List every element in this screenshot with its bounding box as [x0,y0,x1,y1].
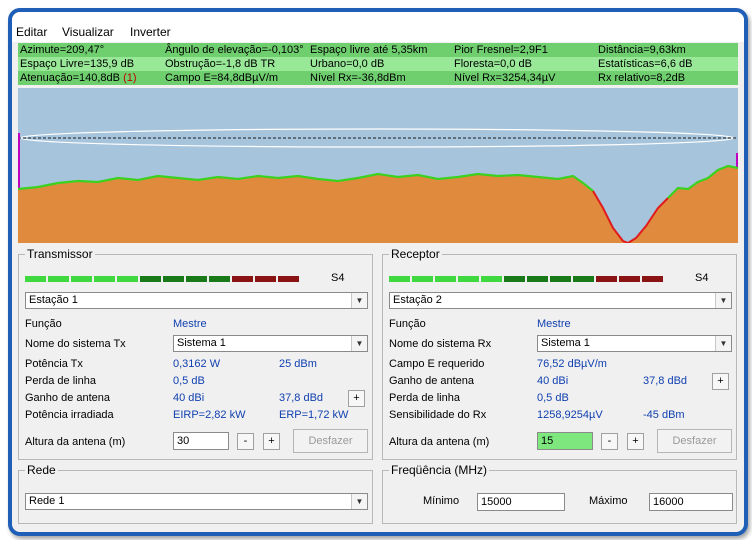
tx-gain-dbi: 40 dBi [173,392,205,404]
rx-height-label: Altura da antena (m) [389,436,490,448]
menu-bar: Editar Visualizar Inverter [12,12,744,42]
transmitter-title: Transmissor [25,247,95,261]
terrain-profile-graphic [17,128,739,245]
attenuation-note: (1) [123,72,137,84]
forest-readout: Floresta=0,0 dB [452,57,596,71]
worst-fresnel-readout: Pior Fresnel=2,9F1 [452,43,596,57]
rx-station-value: Estação 2 [393,294,442,306]
rx-system-select[interactable]: Sistema 1 ▼ [537,335,732,352]
rx-gain-plus-button[interactable]: + [712,373,729,390]
chevron-down-icon: ▼ [351,336,367,351]
tx-height-label: Altura da antena (m) [25,436,126,448]
tx-erp: ERP=1,72 kW [279,409,349,421]
network-group: Rede Rede 1 ▼ [18,463,373,524]
tx-radiated-label: Potência irradiada [25,409,114,421]
rx-undo-button[interactable]: Desfazer [657,429,732,453]
tx-system-select[interactable]: Sistema 1 ▼ [173,335,368,352]
frequency-min-input[interactable]: 15000 [477,493,565,511]
rx-relative-readout: Rx relativo=8,2dB [596,71,738,85]
network-select[interactable]: Rede 1 ▼ [25,493,368,510]
free-space-loss-readout: Espaço Livre=135,9 dB [18,57,163,71]
fresnel-ellipse [19,128,735,148]
rx-level-dbm-readout: Nível Rx=-36,8dBm [308,71,452,85]
tx-line-loss-value: 0,5 dB [173,375,205,387]
rx-height-plus-button[interactable]: + [627,433,644,450]
free-space-up-to-readout: Espaço livre até 5,35km [308,43,452,57]
tx-system-value: Sistema 1 [177,337,226,349]
frequency-max-label: Máximo [589,495,628,507]
tx-power-label: Potência Tx [25,358,83,370]
terrain-area [18,166,738,243]
rx-system-value: Sistema 1 [541,337,590,349]
tx-power-w: 0,3162 W [173,358,221,370]
frequency-min-label: Mínimo [423,495,460,507]
rx-line-loss-value: 0,5 dB [537,392,569,404]
rx-line-loss-label: Perda de linha [389,392,460,404]
rx-sensitivity-uv: 1258,9254µV [537,409,603,421]
tx-station-value: Estação 1 [29,294,78,306]
rx-function-label: Função [389,318,426,330]
frequency-max-input[interactable]: 16000 [649,493,733,511]
rx-e-field-label: Campo E requerido [389,358,485,370]
rx-height-input[interactable]: 15 [537,432,593,450]
rx-sensitivity-label: Sensibilidade do Rx [389,409,487,421]
transmitter-group: Transmissor S4 Estação 1 ▼ Função Mestre … [18,247,373,460]
frequency-group: Freqüência (MHz) Mínimo 15000 Máximo 160… [382,463,737,524]
rx-sensitivity-dbm: -45 dBm [643,409,685,421]
tx-gain-label: Ganho de antena [25,392,111,404]
tx-height-plus-button[interactable]: + [263,433,280,450]
elevation-readout: Ângulo de elevação=-0,103° [163,43,308,57]
receiver-title: Receptor [389,247,442,261]
rx-station-select[interactable]: Estação 2 ▼ [389,292,732,309]
tx-height-input[interactable]: 30 [173,432,229,450]
rx-e-field-value: 76,52 dBµV/m [537,358,607,370]
chevron-down-icon: ▼ [715,293,731,308]
frequency-title: Freqüência (MHz) [389,463,490,477]
rx-system-label: Nome do sistema Rx [389,338,492,350]
rx-function-value: Mestre [537,318,571,330]
rx-gain-label: Ganho de antena [389,375,475,387]
menu-inverter[interactable]: Inverter [130,25,171,39]
rx-level-uv-readout: Nível Rx=3254,34µV [452,71,596,85]
tx-eirp: EIRP=2,82 kW [173,409,246,421]
tx-gain-plus-button[interactable]: + [348,390,365,407]
tx-signal-label: S4 [331,272,345,284]
distance-readout: Distância=9,63km [596,43,738,57]
rx-gain-dbd: 37,8 dBd [643,375,688,387]
rx-signal-label: S4 [695,272,709,284]
terrain-profile[interactable] [17,88,739,245]
statistics-readout: Estatísticas=6,6 dB [596,57,738,71]
tx-system-label: Nome do sistema Tx [25,338,126,350]
menu-visualizar[interactable]: Visualizar [62,25,114,39]
chevron-down-icon: ▼ [351,293,367,308]
attenuation-value: Atenuação=140,8dB [20,72,121,84]
receiver-group: Receptor S4 Estação 2 ▼ Função Mestre Nom… [382,247,737,460]
tx-function-label: Função [25,318,62,330]
tx-undo-button[interactable]: Desfazer [293,429,368,453]
tx-power-dbm: 25 dBm [279,358,317,370]
network-value: Rede 1 [29,495,65,507]
tx-function-value: Mestre [173,318,207,330]
network-title: Rede [25,463,58,477]
attenuation-readout: Atenuação=140,8dB (1) [18,71,163,85]
obstruction-readout: Obstrução=-1,8 dB TR [163,57,308,71]
azimuth-readout: Azimute=209,47° [18,43,163,57]
rx-gain-dbi: 40 dBi [537,375,569,387]
tx-gain-dbd: 37,8 dBd [279,392,324,404]
chevron-down-icon: ▼ [351,494,367,509]
link-info-panel: Azimute=209,47° Ângulo de elevação=-0,10… [18,43,738,87]
e-field-readout: Campo E=84,8dBµV/m [163,71,308,85]
radio-link-window: Editar Visualizar Inverter Azimute=209,4… [8,8,748,536]
menu-editar[interactable]: Editar [16,25,47,39]
tx-signal-meter [25,276,301,284]
rx-height-minus-button[interactable]: - [601,433,618,450]
tx-line-loss-label: Perda de linha [25,375,96,387]
urban-readout: Urbano=0,0 dB [308,57,452,71]
tx-station-select[interactable]: Estação 1 ▼ [25,292,368,309]
rx-signal-meter [389,276,665,284]
chevron-down-icon: ▼ [715,336,731,351]
tx-height-minus-button[interactable]: - [237,433,254,450]
